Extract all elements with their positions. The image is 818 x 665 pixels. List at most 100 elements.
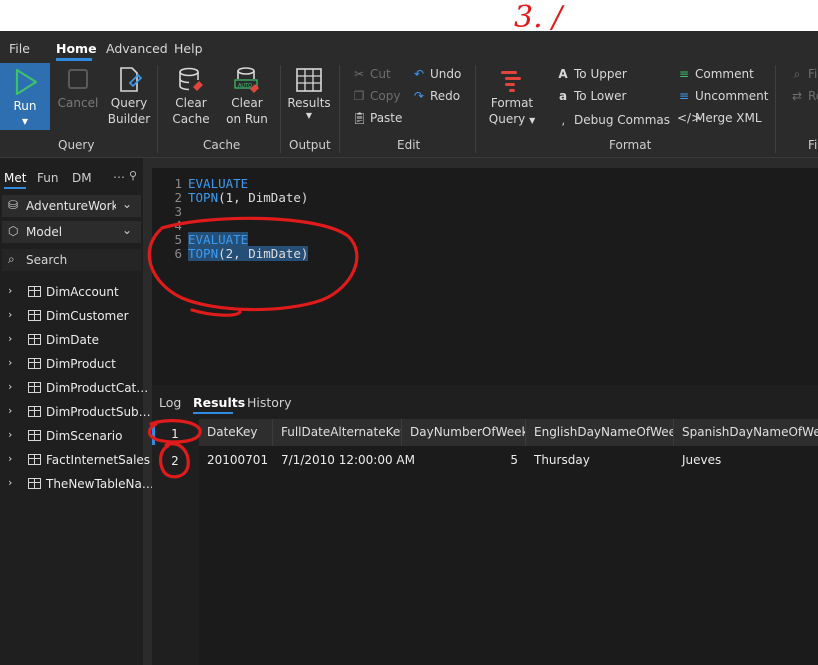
chevron-right-icon[interactable]: ›: [8, 380, 12, 393]
group-label-output: Output: [289, 138, 331, 152]
table-item[interactable]: › DimProductSub…: [0, 401, 151, 423]
chevron-right-icon[interactable]: ›: [8, 332, 12, 345]
line-number: 6: [174, 246, 182, 261]
scissors-icon: ✂: [353, 67, 365, 81]
format-query-label-1: Format: [490, 96, 534, 110]
table-cell[interactable]: Thursday: [526, 449, 674, 471]
format-query-button[interactable]: Format Query ▼: [484, 65, 540, 129]
copy-label: Copy: [370, 89, 401, 103]
group-label-find: Fi: [808, 138, 818, 152]
keyword: EVALUATE: [188, 232, 249, 247]
table-cell[interactable]: 7/1/2010 12:00:00 AM: [273, 449, 415, 471]
cancel-label: Cancel: [57, 96, 99, 110]
separator: [339, 65, 340, 153]
table-cell[interactable]: 20100701: [199, 449, 273, 471]
keyword: TOPN: [188, 190, 219, 205]
sidebar-tab-dmv[interactable]: DM: [72, 171, 92, 185]
table-cell[interactable]: Jueves: [674, 449, 818, 471]
comment-button[interactable]: ≡ Comment: [677, 67, 754, 81]
database-dropdown[interactable]: ⛁ AdventureWorks ⌄: [2, 195, 141, 217]
table-item[interactable]: › DimProductCat…: [0, 377, 148, 399]
more-icon[interactable]: ⋯: [113, 170, 125, 184]
query-editor[interactable]: 1 EVALUATE 2 TOPN(1, DimDate) 3 4 5 EVALUATE 6 TO…: [152, 168, 818, 385]
column-header[interactable]: FullDateAlternateKey: [273, 419, 402, 446]
clear-on-run-button[interactable]: AUTO Clear on Run: [222, 65, 272, 127]
tab-help[interactable]: Help: [174, 41, 203, 56]
search-field[interactable]: ⌕ Search: [2, 249, 141, 271]
table-item[interactable]: › DimAccount: [0, 281, 143, 303]
find-button[interactable]: ⌕ Fi: [790, 67, 818, 82]
redo-button[interactable]: ↷ Redo: [412, 89, 460, 103]
chevron-right-icon[interactable]: ›: [8, 356, 12, 369]
chevron-right-icon[interactable]: ›: [8, 476, 12, 489]
table-item[interactable]: › DimCustomer: [0, 305, 143, 327]
query-builder-button[interactable]: Query Builder: [104, 65, 154, 127]
column-header[interactable]: DateKey: [199, 419, 273, 446]
table-name: DimProductCat…: [46, 381, 149, 395]
table-item[interactable]: › DimScenario: [0, 425, 143, 447]
replace-button[interactable]: ⇄ Re: [790, 89, 818, 103]
chevron-right-icon[interactable]: ›: [8, 404, 12, 417]
to-lower-button[interactable]: a To Lower: [556, 89, 626, 103]
code-text: (1, DimDate): [218, 190, 309, 205]
results-output-button[interactable]: Results ▼: [285, 65, 333, 121]
table-name: DimCustomer: [46, 309, 129, 323]
tab-results[interactable]: Results: [193, 395, 245, 410]
group-label-format: Format: [609, 138, 652, 152]
paste-label: Paste: [370, 111, 403, 125]
merge-xml-button[interactable]: </>Merge XML: [677, 111, 762, 125]
tab-advanced[interactable]: Advanced: [106, 41, 168, 56]
table-item[interactable]: › DimDate: [0, 329, 143, 351]
pin-icon[interactable]: ⚲: [129, 169, 137, 182]
cut-button[interactable]: ✂ Cut: [352, 67, 391, 81]
table-icon: [28, 454, 41, 465]
table-item[interactable]: › DimProduct: [0, 353, 143, 375]
play-icon: [15, 68, 38, 96]
search-placeholder: Search: [26, 253, 68, 267]
results-grid: DateKey FullDateAlternateKey DayNumberOfWe…: [199, 419, 818, 665]
copy-button[interactable]: ❐ Copy: [352, 89, 401, 103]
table-name: DimProductSub…: [46, 405, 151, 419]
column-header[interactable]: EnglishDayNameOfWeek: [526, 419, 674, 446]
chevron-right-icon[interactable]: ›: [8, 428, 12, 441]
tab-log[interactable]: Log: [159, 395, 181, 410]
table-icon: [28, 310, 41, 321]
result-set-tab-1[interactable]: 1: [152, 427, 198, 441]
sidebar-tab-functions[interactable]: Fun: [37, 171, 58, 185]
cancel-button[interactable]: Cancel: [56, 69, 100, 111]
table-item[interactable]: › FactInternetSales: [0, 449, 150, 471]
search-icon: ⌕: [793, 67, 801, 81]
tab-file[interactable]: File: [9, 41, 30, 56]
tab-home[interactable]: Home: [56, 41, 97, 56]
run-button[interactable]: Run ▼: [0, 63, 50, 130]
clear-cache-button[interactable]: Clear Cache: [166, 65, 216, 127]
column-header[interactable]: SpanishDayNameOfWeek: [674, 419, 818, 446]
clear-on-run-label-1: Clear: [231, 96, 263, 110]
model-dropdown[interactable]: ⬡ Model ⌄: [2, 221, 141, 243]
tab-history[interactable]: History: [247, 395, 291, 410]
code-line: EVALUATE: [188, 176, 248, 191]
line-number: 3: [174, 204, 182, 219]
table-cell[interactable]: 5: [402, 449, 526, 471]
clear-cache-label-2: Cache: [172, 112, 210, 126]
chevron-right-icon[interactable]: ›: [8, 284, 12, 297]
chevron-right-icon[interactable]: ›: [8, 308, 12, 321]
annotation-strip: 3. /: [0, 0, 818, 35]
column-header[interactable]: DayNumberOfWeek: [402, 419, 526, 446]
result-set-tab-2[interactable]: 2: [152, 454, 198, 468]
separator: [775, 65, 776, 153]
uncomment-button[interactable]: ≡ Uncomment: [677, 89, 768, 103]
result-set-gutter: 1 2: [152, 419, 198, 665]
table-item[interactable]: › TheNewTableNa…: [0, 473, 154, 495]
results-grid-icon: [296, 68, 322, 92]
sidebar-tab-metadata[interactable]: Met: [4, 171, 26, 185]
paste-button[interactable]: 📋︎ Paste: [352, 111, 402, 125]
uppercase-a-icon: A: [558, 67, 568, 81]
model-name: Model: [26, 225, 63, 239]
undo-button[interactable]: ↶ Undo: [412, 67, 461, 81]
debug-commas-button[interactable]: ⸲ Debug Commas: [556, 111, 670, 128]
to-upper-button[interactable]: A To Upper: [556, 67, 626, 81]
lowercase-a-icon: a: [558, 89, 568, 103]
merge-xml-label: Merge XML: [695, 111, 762, 125]
chevron-right-icon[interactable]: ›: [8, 452, 12, 465]
